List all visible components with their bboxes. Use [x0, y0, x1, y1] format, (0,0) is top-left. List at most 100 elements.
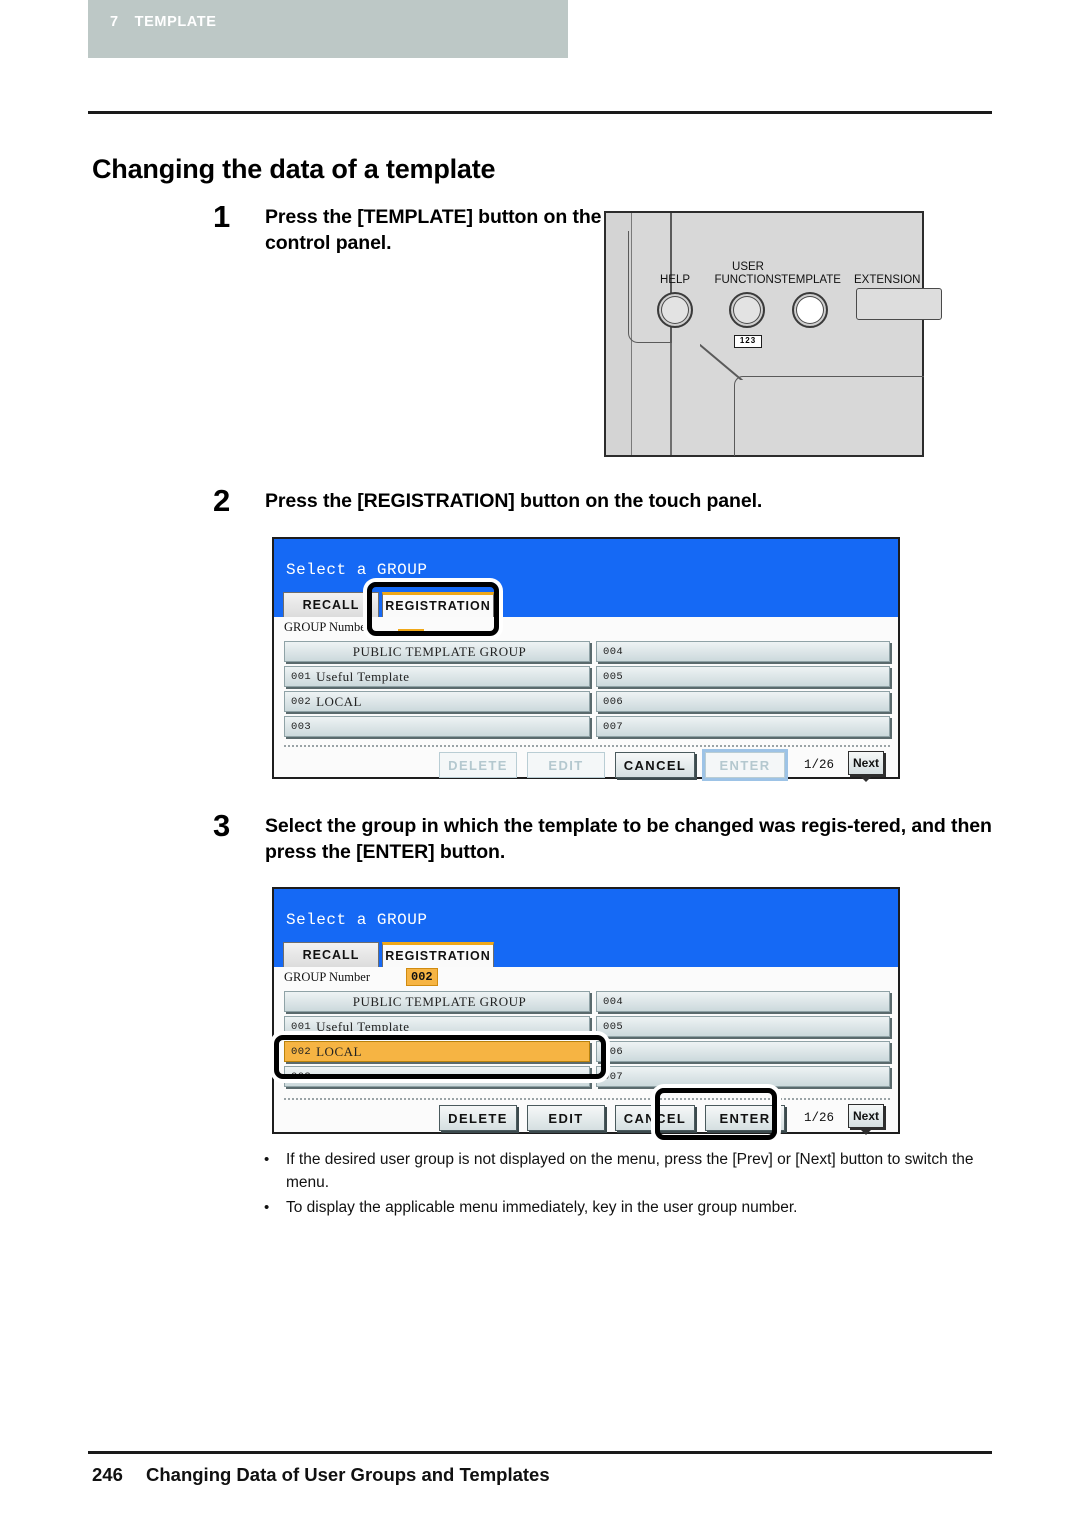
- panel2-group-number-label: GROUP Number: [284, 970, 370, 984]
- page-footer: 246 Changing Data of User Groups and Temp…: [92, 1464, 892, 1486]
- panel2-left-item-1-name: Useful Template: [316, 1018, 410, 1034]
- user-functions-button-label: USER FUNCTIONS: [710, 261, 786, 286]
- list-item[interactable]: 006: [596, 1041, 890, 1062]
- list-item[interactable]: PUBLIC TEMPLATE GROUP: [284, 991, 590, 1012]
- panel2-enter-button[interactable]: ENTER: [705, 1105, 785, 1131]
- panel2-delete-button[interactable]: DELETE: [439, 1105, 517, 1131]
- note-item: If the desired user group is not display…: [258, 1148, 978, 1194]
- running-head: 7 TEMPLATE: [88, 0, 568, 58]
- panel2-left-item-2-no: 002: [291, 1045, 312, 1058]
- panel1-right-item-3-no: 007: [603, 720, 624, 733]
- list-item[interactable]: 004: [596, 641, 890, 662]
- user-functions-label-line2: FUNCTIONS: [714, 273, 782, 286]
- panel2-list-column-left: PUBLIC TEMPLATE GROUP 001 Useful Templat…: [284, 991, 590, 1091]
- footer-rule: [88, 1451, 992, 1454]
- list-item[interactable]: 002 LOCAL: [284, 691, 590, 712]
- panel1-tab-registration[interactable]: REGISTRATION: [382, 592, 494, 617]
- running-head-inner: 7 TEMPLATE: [110, 14, 217, 30]
- list-item[interactable]: 003: [284, 1066, 590, 1087]
- panel1-group-number-row: GROUP Number: [284, 620, 684, 637]
- list-item[interactable]: 005: [596, 666, 890, 687]
- panel2-left-item-1-no: 001: [291, 1020, 312, 1033]
- list-item[interactable]: 001 Useful Template: [284, 1016, 590, 1037]
- step-1-text: Press the [TEMPLATE] button on the contr…: [265, 206, 602, 254]
- list-item-selected[interactable]: 002 LOCAL: [284, 1041, 590, 1062]
- panel2-cancel-button[interactable]: CANCEL: [615, 1105, 695, 1131]
- panel1-right-item-0-no: 004: [603, 645, 624, 658]
- panel1-left-item-2-no: 002: [291, 695, 312, 708]
- list-item[interactable]: 005: [596, 1016, 890, 1037]
- panel1-group-number-label: GROUP Number: [284, 620, 370, 634]
- panel1-edit-button[interactable]: EDIT: [527, 752, 605, 778]
- panel1-title: Select a GROUP: [286, 561, 428, 579]
- panel2-next-button[interactable]: Next: [848, 1104, 884, 1135]
- panel2-page-indicator: 1/26: [804, 1111, 835, 1125]
- panel2-separator: [284, 1098, 890, 1102]
- header-rule: [88, 111, 992, 114]
- step-3-number: 3: [213, 808, 231, 843]
- list-item[interactable]: 004: [596, 991, 890, 1012]
- help-button-label: HELP: [659, 274, 691, 286]
- list-item[interactable]: PUBLIC TEMPLATE GROUP: [284, 641, 590, 662]
- control-panel-diagonal-line: [700, 344, 744, 380]
- panel2-title: Select a GROUP: [286, 911, 428, 929]
- keypad-badge-icon: 123: [734, 335, 762, 348]
- list-item[interactable]: 003: [284, 716, 590, 737]
- panel1-left-item-0-name: PUBLIC TEMPLATE GROUP: [352, 643, 527, 659]
- extension-label: EXTENSION: [854, 274, 921, 286]
- panel1-right-item-2-no: 006: [603, 695, 624, 708]
- panel1-body: GROUP Number PUBLIC TEMPLATE GROUP 001 U…: [274, 617, 898, 782]
- panel1-tab-underline: [398, 629, 424, 632]
- extension-display-box: [856, 288, 942, 320]
- help-button-icon[interactable]: [657, 292, 693, 328]
- step-2-text: Press the [REGISTRATION] button on the t…: [265, 490, 763, 512]
- list-item[interactable]: 007: [596, 1066, 890, 1087]
- list-item[interactable]: 006: [596, 691, 890, 712]
- panel1-left-item-1-name: Useful Template: [316, 668, 410, 684]
- list-item[interactable]: 001 Useful Template: [284, 666, 590, 687]
- list-item[interactable]: 007: [596, 716, 890, 737]
- panel1-enter-button[interactable]: ENTER: [702, 749, 788, 781]
- notes-list: If the desired user group is not display…: [258, 1148, 978, 1221]
- control-panel-illustration: HELP USER FUNCTIONS 123 TEMPLATE EXTENSI…: [604, 211, 942, 457]
- touch-panel-screenshot-2: Select a GROUP RECALL REGISTRATION GROUP…: [272, 887, 900, 1135]
- panel2-right-item-1-no: 005: [603, 1020, 624, 1033]
- user-functions-label-line1: USER: [732, 261, 764, 273]
- control-panel-divider-lower: [670, 343, 672, 455]
- panel1-next-button[interactable]: Next: [848, 751, 884, 782]
- panel1-group-number-value: [406, 618, 414, 620]
- chapter-number: 7: [110, 14, 119, 30]
- panel2-right-item-0-no: 004: [603, 995, 624, 1008]
- panel1-tab-recall[interactable]: RECALL: [283, 592, 379, 617]
- template-button-icon[interactable]: [792, 292, 828, 328]
- panel1-cancel-button[interactable]: CANCEL: [615, 752, 695, 778]
- panel1-right-item-1-no: 005: [603, 670, 624, 683]
- user-functions-button-icon[interactable]: [729, 292, 765, 328]
- chapter-title: TEMPLATE: [134, 14, 217, 30]
- template-button-label: TEMPLATE: [781, 274, 841, 286]
- step-3-text: Select the group in which the template t…: [265, 815, 992, 863]
- footer-section-title: Changing Data of User Groups and Templat…: [146, 1464, 550, 1485]
- panel1-delete-button[interactable]: DELETE: [439, 752, 517, 778]
- panel2-tab-recall[interactable]: RECALL: [283, 942, 379, 967]
- panel1-page-indicator: 1/26: [804, 758, 835, 772]
- panel2-group-number-value: 002: [406, 968, 438, 986]
- panel2-edit-button[interactable]: EDIT: [527, 1105, 605, 1131]
- touch-panel-screenshot-1: Select a GROUP RECALL REGISTRATION GROUP…: [272, 537, 900, 782]
- step-1-number: 1: [213, 199, 231, 234]
- panel2-list-column-right: 004 005 006 007: [596, 991, 890, 1091]
- note-item: To display the applicable menu immediate…: [258, 1196, 978, 1219]
- panel2-right-item-2-no: 006: [603, 1045, 624, 1058]
- panel2-body: GROUP Number 002 PUBLIC TEMPLATE GROUP 0…: [274, 967, 898, 1135]
- panel1-left-item-1-no: 001: [291, 670, 312, 683]
- panel2-group-number-row: GROUP Number 002: [284, 968, 684, 987]
- control-panel-inner-corner: [628, 231, 672, 343]
- document-page: 7 TEMPLATE Changing the data of a templat…: [0, 0, 1080, 1526]
- control-panel-lower-outline: [734, 376, 924, 456]
- panel2-left-item-3-no: 003: [291, 1070, 312, 1083]
- panel2-tab-registration[interactable]: REGISTRATION: [382, 942, 494, 967]
- page-title: Changing the data of a template: [92, 154, 496, 185]
- panel1-left-item-3-no: 003: [291, 720, 312, 733]
- footer-page-number: 246: [92, 1464, 123, 1485]
- panel1-separator: [284, 745, 890, 749]
